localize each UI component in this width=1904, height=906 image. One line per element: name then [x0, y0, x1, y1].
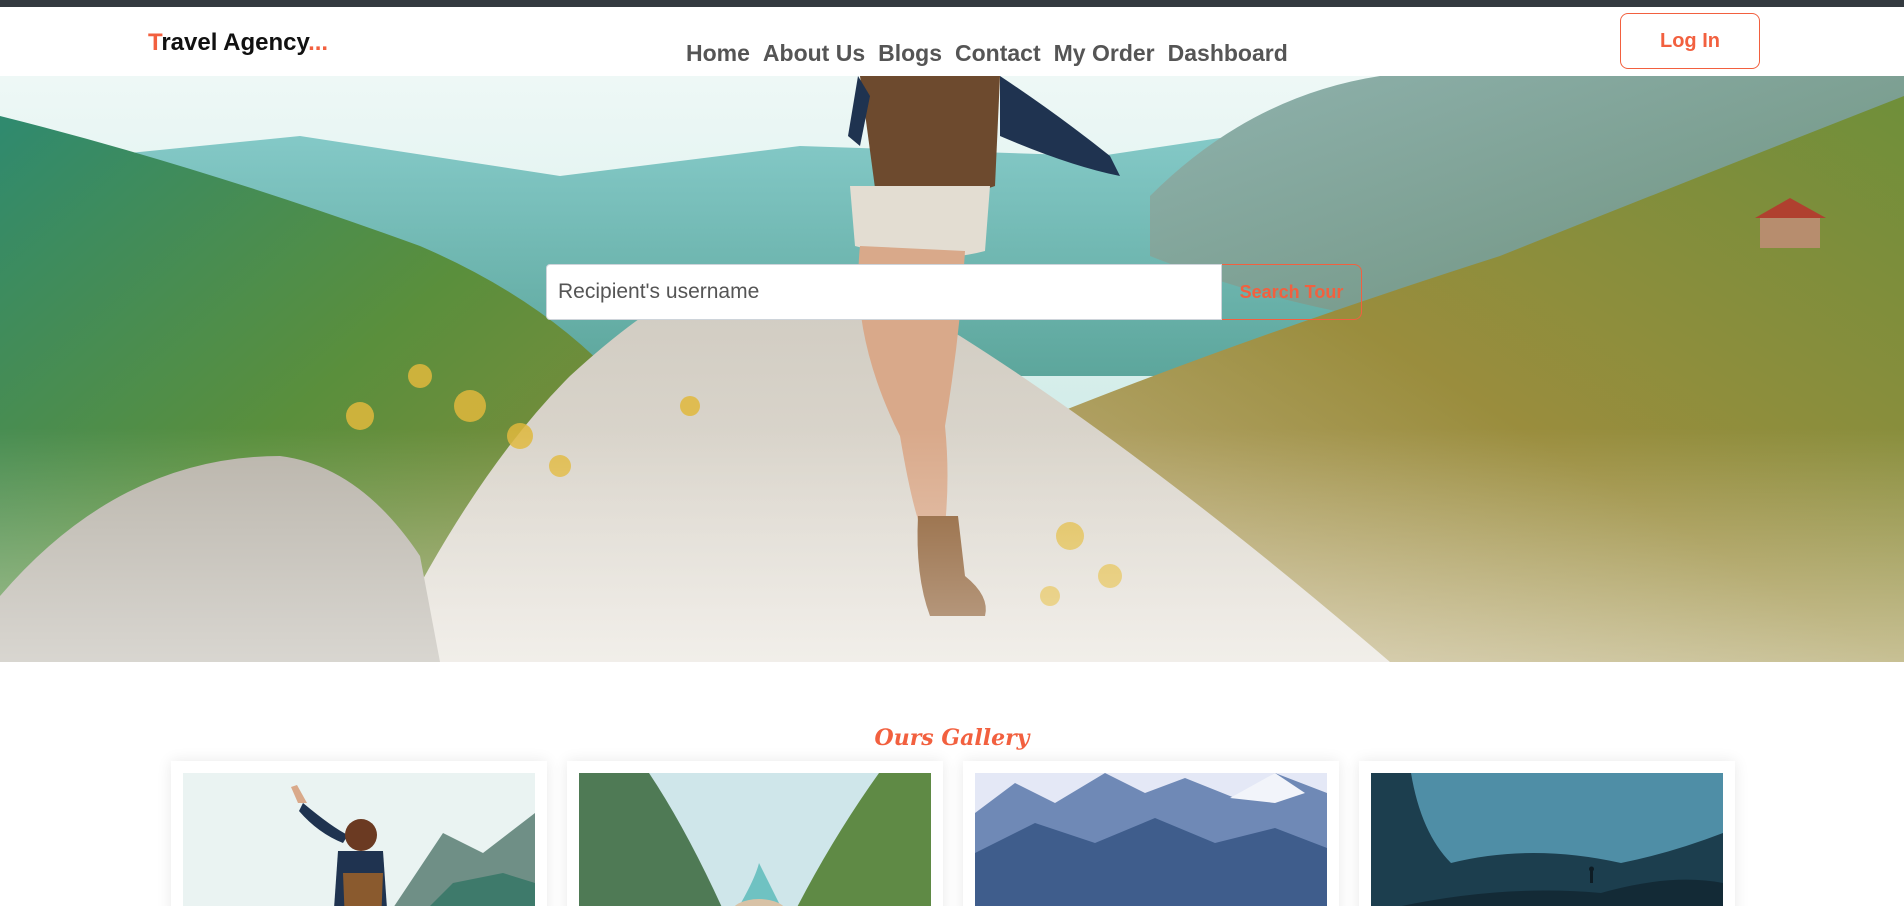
cave-image: [1371, 773, 1723, 906]
search-tour-button[interactable]: Search Tour: [1222, 264, 1362, 320]
blue-mountains-image: [975, 773, 1327, 906]
nav-link-about-us[interactable]: About Us: [763, 40, 865, 67]
hero-fade-overlay: [0, 76, 1904, 662]
gallery-card[interactable]: [1359, 761, 1735, 906]
gallery-card[interactable]: [567, 761, 943, 906]
brand-initial: T: [148, 29, 162, 56]
gallery-title: Ours Gallery: [874, 725, 1030, 751]
search-input[interactable]: [546, 264, 1222, 320]
nav-link-contact[interactable]: Contact: [955, 40, 1041, 67]
gallery-card[interactable]: [963, 761, 1339, 906]
nav-link-dashboard[interactable]: Dashboard: [1168, 40, 1288, 67]
nav-link-blogs[interactable]: Blogs: [878, 40, 942, 67]
gallery-card[interactable]: [171, 761, 547, 906]
nav-link-home[interactable]: Home: [686, 40, 750, 67]
login-button[interactable]: Log In: [1620, 13, 1760, 69]
brand-name: ravel Agency: [161, 29, 309, 56]
brand-logo[interactable]: Travel Agency...: [148, 29, 328, 57]
brand-dots: ...: [308, 29, 329, 56]
river-canyon-image: [579, 773, 931, 906]
hero-banner: Search Tour: [0, 76, 1904, 662]
hiker-arms-raised-image: [183, 773, 535, 906]
nav-links: Home About Us Blogs Contact My Order Das…: [686, 33, 1288, 73]
search-group: Search Tour: [546, 264, 1362, 320]
top-strip: [0, 0, 1904, 7]
navbar: Travel Agency... Home About Us Blogs Con…: [0, 7, 1904, 76]
gallery-cards: [171, 761, 1735, 906]
nav-link-my-order[interactable]: My Order: [1054, 40, 1155, 67]
